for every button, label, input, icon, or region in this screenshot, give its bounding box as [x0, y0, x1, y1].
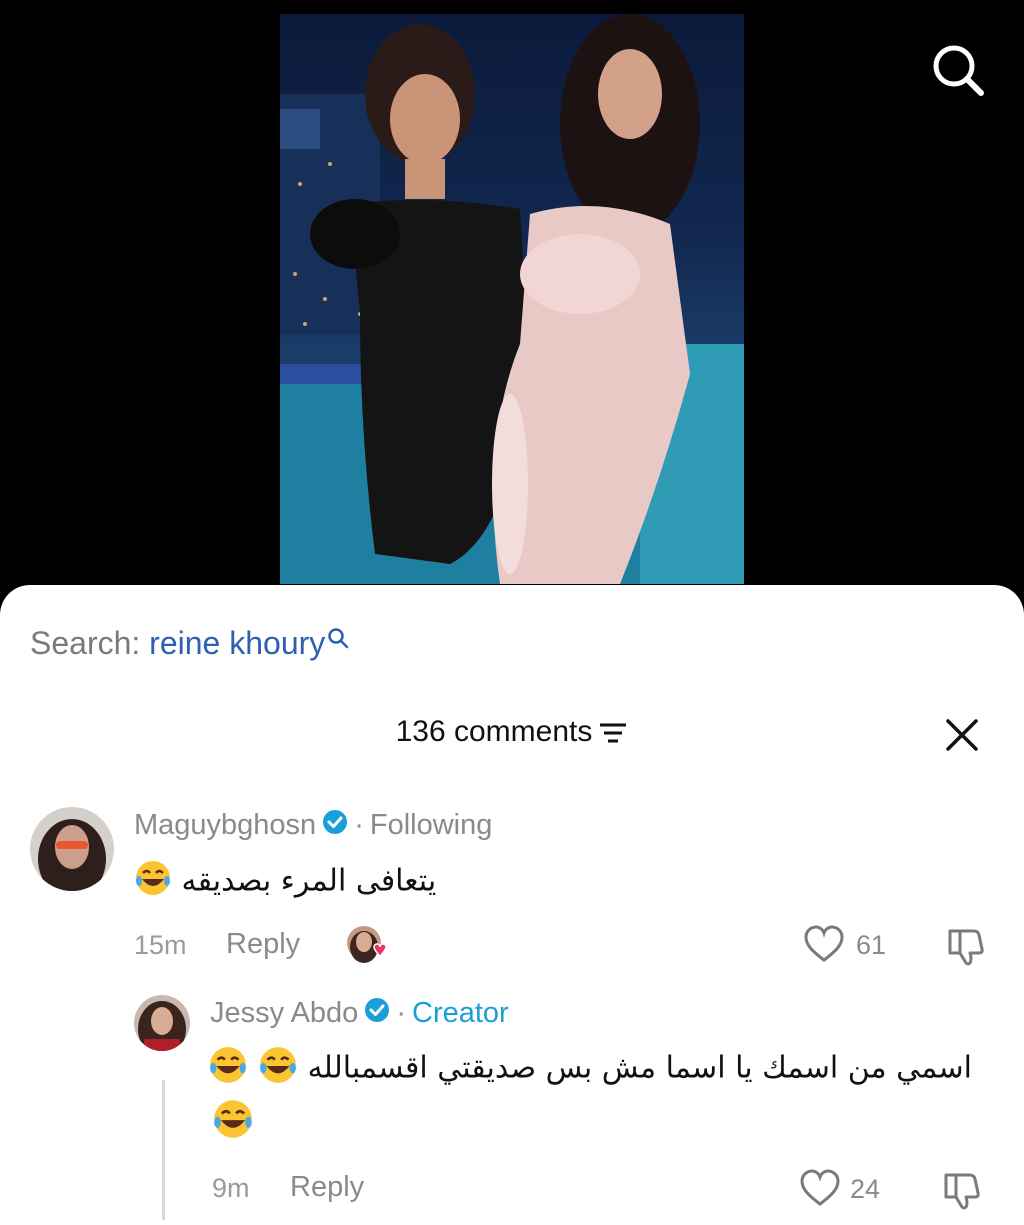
username[interactable]: Maguybghosn [134, 809, 316, 841]
creator-badge: Creator [412, 997, 509, 1029]
username[interactable]: Jessy Abdo [210, 997, 358, 1029]
comments-sheet: Search: reine khoury 136 comments Maguyb… [0, 585, 1024, 1225]
avatar[interactable] [134, 995, 190, 1051]
like-count: 24 [850, 1174, 881, 1204]
related-search[interactable]: Search: reine khoury [30, 625, 349, 662]
video-area[interactable] [0, 0, 1024, 600]
comment-text: يتعافى المرء بصديقه [134, 859, 436, 905]
comments-header: 136 comments [0, 715, 1024, 749]
comment-time: 15m [134, 930, 187, 960]
following-badge: Following [369, 809, 493, 841]
search-small-icon [328, 628, 349, 649]
comment-body: اسمي من اسمك يا اسما مش بس صديقتي اقسمبا… [307, 1050, 972, 1086]
search-icon[interactable] [930, 42, 986, 98]
like-count: 61 [856, 930, 887, 960]
comments-count: 136 comments [395, 715, 593, 748]
heart-icon[interactable] [800, 1169, 840, 1207]
filter-icon[interactable] [598, 721, 628, 745]
dislike-icon[interactable] [942, 1169, 984, 1211]
close-icon[interactable] [944, 717, 980, 753]
avatar[interactable] [30, 807, 114, 891]
laughing-emoji-icon [212, 1098, 254, 1144]
comment-username-line: Maguybghosn · Following [134, 809, 492, 843]
verified-icon [364, 997, 390, 1031]
video-picture [280, 14, 744, 584]
comment-username-line: Jessy Abdo · Creator [210, 997, 509, 1031]
heart-icon[interactable] [804, 925, 844, 963]
search-term-link[interactable]: reine khoury [149, 625, 325, 661]
laughing-emoji-icon [208, 1045, 248, 1093]
reply-button[interactable]: Reply [290, 1171, 364, 1204]
comment-text: اسمي من اسمك يا اسما مش بس صديقتي اقسمبا… [208, 1045, 972, 1093]
comment-body: يتعافى المرء بصديقه [181, 863, 437, 899]
laughing-emoji-icon [134, 859, 172, 905]
reply-button[interactable]: Reply [226, 928, 300, 961]
search-prefix: Search: [30, 625, 150, 661]
dislike-icon[interactable] [946, 925, 988, 967]
video-thumbnail[interactable] [280, 14, 744, 584]
comment-time: 9m [212, 1173, 250, 1203]
thread-line [162, 1080, 165, 1220]
creator-liked-badge [346, 925, 390, 965]
laughing-emoji-icon [258, 1045, 298, 1093]
verified-icon [322, 809, 348, 843]
